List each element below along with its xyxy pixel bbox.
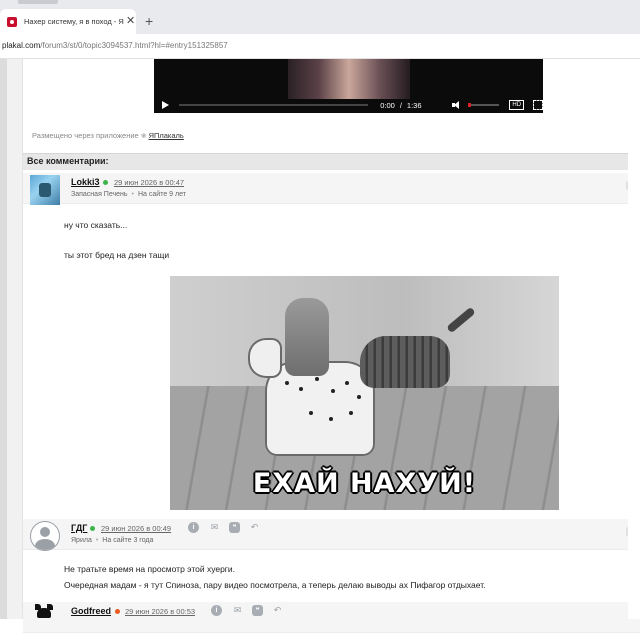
gif-caption: ЕХАЙ НАХУЙ! xyxy=(252,468,477,499)
url-path: /forum3/st/0/topic3094537.html?hl=#entry… xyxy=(40,41,228,50)
play-icon[interactable] xyxy=(162,101,169,109)
time-total: 1:36 xyxy=(406,100,422,110)
app-icon: ❀ xyxy=(140,133,147,140)
video-controls: 0:00 / 1:36 HD xyxy=(154,97,544,113)
fullscreen-icon[interactable] xyxy=(533,100,544,110)
comment-text-line: Очередная мадам - я тут Спиноза, пару ви… xyxy=(64,580,486,590)
mail-icon[interactable]: ✉ xyxy=(232,605,243,616)
comment-date[interactable]: 29 июн 2026 в 00:47 xyxy=(114,178,184,187)
address-bar[interactable]: plakal.com/forum3/st/0/topic3094537.html… xyxy=(0,34,640,59)
video-time: 0:00 / 1:36 xyxy=(380,101,421,110)
avatar[interactable] xyxy=(33,604,55,626)
info-icon[interactable]: i xyxy=(211,605,222,616)
volume-icon[interactable] xyxy=(451,101,460,109)
comment-text-line: Не тратьте время на просмотр этой хуерги… xyxy=(64,564,236,574)
online-status-icon xyxy=(103,180,108,185)
new-tab-button[interactable]: + xyxy=(145,14,153,28)
comment-date[interactable]: 29 июн 2026 в 00:49 xyxy=(101,524,171,533)
user-rank: Запасная Печень xyxy=(71,191,128,198)
all-comments-header: Все комментарии: xyxy=(23,153,640,170)
gif-cat xyxy=(360,336,450,388)
avatar[interactable] xyxy=(30,175,60,205)
app-link[interactable]: ЯПлакаль xyxy=(149,131,184,140)
meta-separator: • xyxy=(95,537,99,544)
info-icon[interactable]: i xyxy=(188,522,199,533)
time-current: 0:00 xyxy=(380,100,395,110)
tab-close-icon[interactable]: ✕ xyxy=(126,16,135,27)
tab-bar: Нахер систему, я в поход - ЯП ✕ + xyxy=(0,6,640,34)
video-frame xyxy=(288,59,410,99)
gif-dog xyxy=(285,298,329,376)
left-gutter xyxy=(0,59,7,619)
hd-button[interactable]: HD xyxy=(509,100,525,110)
comment-author[interactable]: Godfreed xyxy=(71,606,111,616)
comment-gif-image[interactable]: ЕХАЙ НАХУЙ! xyxy=(170,276,559,510)
comment-author[interactable]: ГДГ xyxy=(71,523,87,533)
user-tenure: На сайте 3 года xyxy=(102,537,154,544)
user-meta: Ярила • На сайте 3 года xyxy=(71,537,153,544)
active-tab[interactable]: Нахер систему, я в поход - ЯП ✕ xyxy=(0,9,136,34)
all-comments-title: Все комментарии: xyxy=(27,156,109,166)
window-controls xyxy=(18,0,58,4)
page-content: 0:00 / 1:36 HD Размещено через приложение ❀… xyxy=(0,59,640,633)
comment-header: Lokki3 29 июн 2026 в 00:47 Запасная Пече… xyxy=(23,173,640,205)
comment-text-line: ты этот бред на дзен тащи xyxy=(64,250,170,260)
online-status-icon xyxy=(115,609,120,614)
mail-icon[interactable]: ✉ xyxy=(209,522,220,533)
seek-bar[interactable] xyxy=(179,104,369,106)
gif-horse-head xyxy=(248,338,282,378)
volume-slider[interactable] xyxy=(467,103,500,107)
comment-header: ГДГ 29 июн 2026 в 00:49 i ✉ ❝ ↶ Ярила • На… xyxy=(23,519,640,551)
comment-header: Godfreed 29 июн 2026 в 00:53 i ✉ ❝ ↶ xyxy=(23,602,640,633)
page-scrollbar[interactable] xyxy=(628,59,640,619)
user-meta: Запасная Печень • На сайте 9 лет xyxy=(71,191,186,198)
meta-separator: • xyxy=(131,191,134,198)
quote-icon[interactable]: ❝ xyxy=(252,605,263,616)
online-status-icon xyxy=(90,526,95,531)
url-host: plakal.com xyxy=(2,41,41,50)
user-rank: Ярила xyxy=(71,537,92,544)
url-text[interactable]: plakal.com/forum3/st/0/topic3094537.html… xyxy=(2,41,228,50)
time-separator: / xyxy=(399,100,402,110)
avatar[interactable] xyxy=(30,521,60,551)
posted-via-line: Размещено через приложение ❀ ЯПлакаль xyxy=(32,131,184,140)
reply-icon[interactable]: ↶ xyxy=(272,605,283,616)
video-player[interactable]: 0:00 / 1:36 HD xyxy=(154,59,544,113)
reply-icon[interactable]: ↶ xyxy=(249,522,260,533)
left-panel xyxy=(7,59,23,619)
comment-date[interactable]: 29 июн 2026 в 00:53 xyxy=(125,607,195,616)
posted-via-text: Размещено через приложение xyxy=(32,131,139,140)
tab-title: Нахер систему, я в поход - ЯП xyxy=(24,17,124,26)
comment-text-line: ну что сказать... xyxy=(64,220,128,230)
comment-author[interactable]: Lokki3 xyxy=(71,177,100,187)
site-favicon-icon xyxy=(6,16,18,28)
quote-icon[interactable]: ❝ xyxy=(229,522,240,533)
user-tenure: На сайте 9 лет xyxy=(138,191,186,198)
